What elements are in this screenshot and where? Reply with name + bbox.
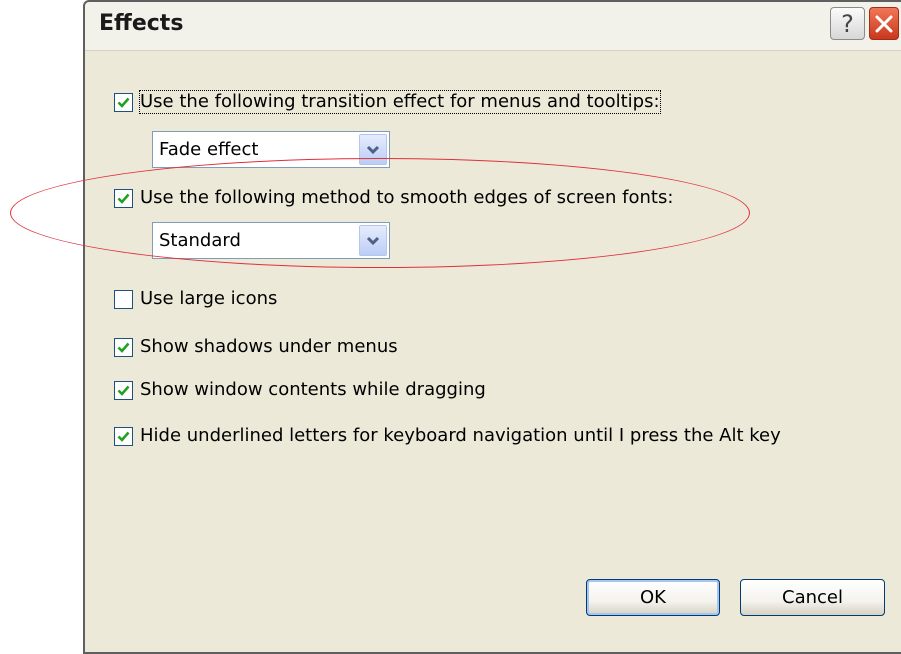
cancel-button-label: Cancel xyxy=(782,587,843,608)
transition-effect-checkbox[interactable] xyxy=(114,92,133,112)
menu-shadows-label: Show shadows under menus xyxy=(140,336,398,357)
transition-effect-label: Use the following transition effect for … xyxy=(139,90,661,114)
ok-button-label: OK xyxy=(640,587,666,608)
transition-effect-option[interactable]: Use the following transition effect for … xyxy=(114,90,661,114)
checkmark-icon xyxy=(117,385,130,396)
dropdown-arrow-button[interactable] xyxy=(359,225,387,256)
font-smoothing-checkbox[interactable] xyxy=(114,188,133,208)
hide-underlines-checkbox[interactable] xyxy=(114,426,133,446)
menu-shadows-option[interactable]: Show shadows under menus xyxy=(114,336,398,358)
font-smoothing-option[interactable]: Use the following method to smooth edges… xyxy=(114,187,673,209)
font-smoothing-label: Use the following method to smooth edges… xyxy=(140,187,674,208)
large-icons-checkbox[interactable] xyxy=(114,289,133,309)
ok-button[interactable]: OK xyxy=(586,579,720,616)
hide-underlines-label: Hide underlined letters for keyboard nav… xyxy=(140,425,781,446)
cancel-button[interactable]: Cancel xyxy=(740,579,885,616)
large-icons-option[interactable]: Use large icons xyxy=(114,288,277,310)
close-icon xyxy=(875,15,893,33)
help-icon: ? xyxy=(841,9,854,38)
close-button[interactable] xyxy=(869,7,899,40)
chevron-down-icon xyxy=(366,236,380,245)
transition-effect-select[interactable]: Fade effect xyxy=(152,131,390,168)
font-smoothing-value: Standard xyxy=(159,230,241,251)
checkmark-icon xyxy=(117,431,130,442)
window-drag-checkbox[interactable] xyxy=(114,380,133,400)
title-bar[interactable]: Effects ? xyxy=(85,2,901,51)
dialog-title: Effects xyxy=(99,11,184,36)
chevron-down-icon xyxy=(366,145,380,154)
transition-effect-value: Fade effect xyxy=(159,139,259,160)
menu-shadows-checkbox[interactable] xyxy=(114,337,133,357)
help-button[interactable]: ? xyxy=(830,7,865,40)
window-drag-option[interactable]: Show window contents while dragging xyxy=(114,379,486,401)
hide-underlines-option[interactable]: Hide underlined letters for keyboard nav… xyxy=(114,425,781,447)
large-icons-label: Use large icons xyxy=(140,288,278,309)
font-smoothing-select[interactable]: Standard xyxy=(152,222,390,259)
checkmark-icon xyxy=(117,342,130,353)
checkmark-icon xyxy=(117,193,130,204)
window-drag-label: Show window contents while dragging xyxy=(140,379,486,400)
dropdown-arrow-button[interactable] xyxy=(359,134,387,165)
checkmark-icon xyxy=(117,97,130,108)
